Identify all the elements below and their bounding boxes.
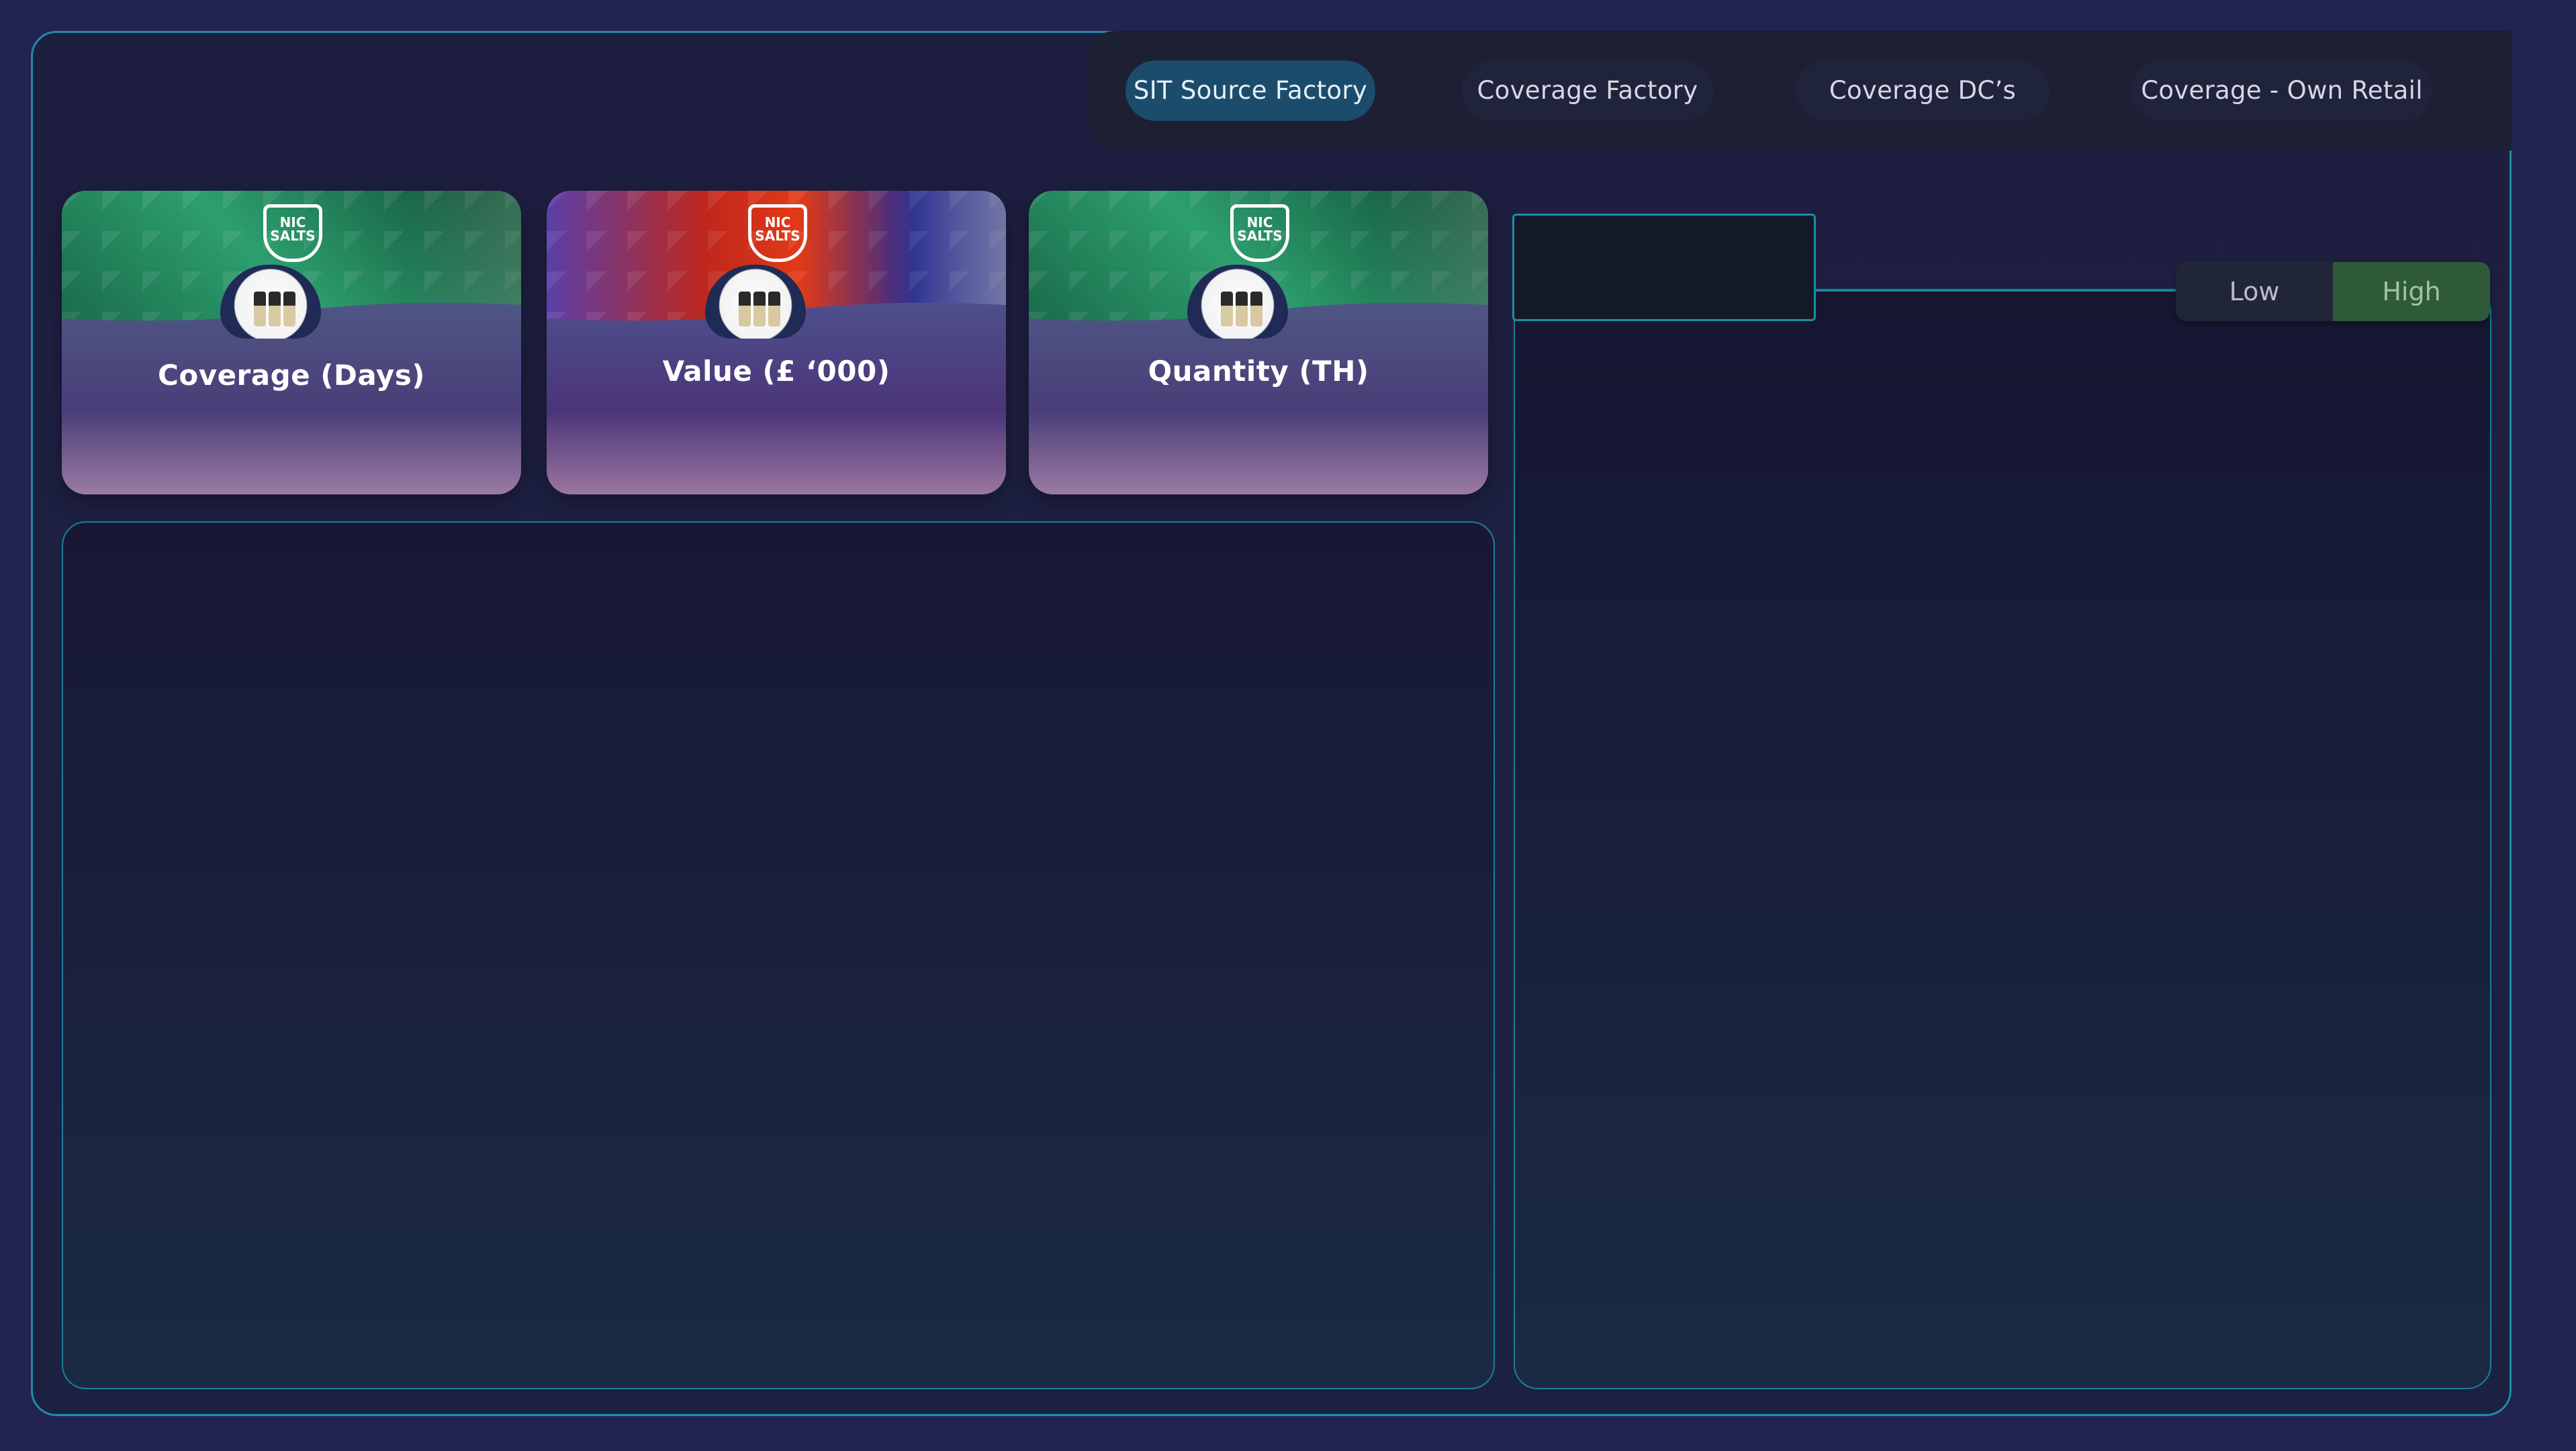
low-high-toggle[interactable]: Low High <box>2176 262 2490 321</box>
card-label: Value (£ ‘000) <box>662 355 890 388</box>
nic-salts-logo: NIC SALTS <box>263 204 322 262</box>
kpi-card-quantity[interactable]: NIC SALTS Quantity (TH) <box>1029 191 1488 494</box>
toggle-high-button[interactable]: High <box>2333 262 2490 321</box>
nic-salts-logo: NIC SALTS <box>748 204 807 262</box>
nic-salts-logo: NIC SALTS <box>1230 204 1289 262</box>
main-chart-panel <box>62 521 1495 1389</box>
tab-coverage-dcs[interactable]: Coverage DC’s <box>1796 60 2050 121</box>
kpi-card-coverage-days[interactable]: NIC SALTS Coverage (Days) <box>62 191 521 494</box>
card-label: Coverage (Days) <box>158 359 425 392</box>
divider-line <box>1813 290 2176 292</box>
tab-coverage-factory[interactable]: Coverage Factory <box>1461 60 1714 121</box>
tab-bar: SIT Source Factory Coverage Factory Cove… <box>1088 31 2512 150</box>
tab-sit-source-factory[interactable]: SIT Source Factory <box>1125 60 1375 121</box>
tab-coverage-own-retail[interactable]: Coverage - Own Retail <box>2131 60 2432 121</box>
filter-box[interactable] <box>1512 214 1816 321</box>
toggle-low-button[interactable]: Low <box>2176 262 2333 321</box>
card-label: Quantity (TH) <box>1148 355 1369 388</box>
kpi-card-value[interactable]: NIC SALTS Value (£ ‘000) <box>547 191 1006 494</box>
side-chart-panel <box>1514 289 2491 1389</box>
